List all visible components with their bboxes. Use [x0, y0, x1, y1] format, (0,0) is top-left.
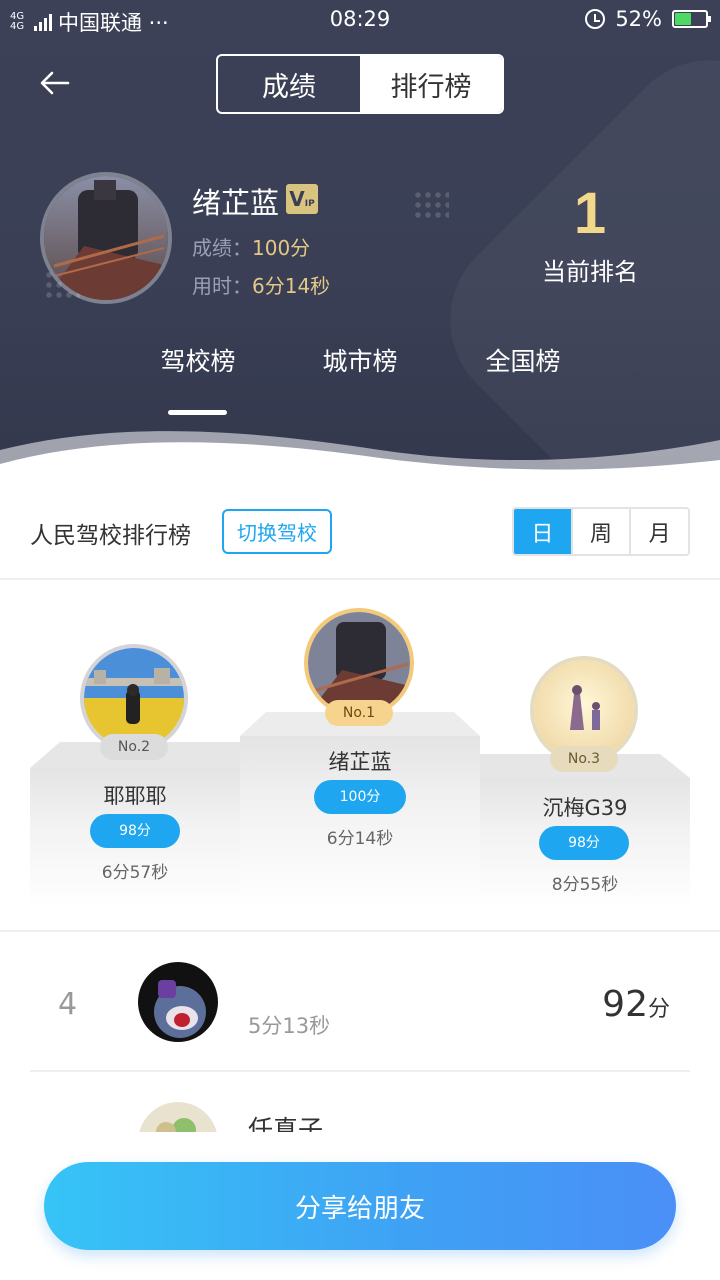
podium-score-2: 98分 [90, 814, 180, 848]
user-time: 6分14秒 [252, 274, 331, 298]
podium-time-1: 6分14秒 [326, 829, 394, 849]
list-rank: 4 [58, 987, 78, 1022]
current-rank-label: 当前排名 [542, 258, 638, 286]
vip-badge-icon: VIP [286, 184, 318, 214]
podium-time-2: 6分57秒 [101, 863, 169, 883]
tab-leaderboard[interactable]: 排行榜 [360, 56, 502, 112]
battery-percent: 52% [615, 7, 662, 31]
header-wave [0, 431, 720, 470]
avatar[interactable] [40, 172, 172, 304]
list-avatar[interactable] [138, 962, 218, 1042]
rank-badge-2: No.2 [100, 734, 168, 760]
back-arrow-icon[interactable] [38, 66, 72, 100]
user-score-line: 成绩：100分 [192, 236, 311, 260]
list-item[interactable]: 任真子 [30, 1074, 690, 1132]
period-week[interactable]: 周 [570, 509, 630, 554]
tab-national-board[interactable]: 全国榜 [463, 342, 583, 378]
user-time-line: 用时：6分14秒 [192, 274, 331, 298]
alarm-icon [585, 9, 606, 29]
list-score: 92分 [602, 984, 670, 1025]
period-month[interactable]: 月 [629, 509, 688, 554]
user-score: 100分 [252, 236, 311, 260]
list-name: 任真子 [248, 1115, 324, 1132]
podium: No.2 No.1 No.3 耶耶耶 98分 6分57秒 绪芷蓝 100分 6分… [0, 580, 720, 932]
tab-school-board[interactable]: 驾校榜 [138, 342, 258, 378]
tab-scores[interactable]: 成绩 [218, 56, 360, 112]
decoration-dots [413, 190, 449, 220]
list-avatar[interactable] [138, 1102, 218, 1132]
podium-name-2: 耶耶耶 [103, 784, 167, 808]
list-time: 5分13秒 [248, 1014, 331, 1038]
header: 4G 4G 中国联通 ··· 08:29 52% 成绩 排行榜 绪芷蓝 VIP … [0, 0, 720, 470]
tab-indicator [168, 410, 227, 415]
podium-score-3: 98分 [539, 826, 629, 860]
board-tabs: 驾校榜 城市榜 全国榜 [0, 342, 720, 382]
tab-city-board[interactable]: 城市榜 [300, 342, 420, 378]
rank-badge-1: No.1 [325, 700, 393, 726]
status-bar: 4G 4G 中国联通 ··· 08:29 52% [0, 0, 720, 40]
period-day[interactable]: 日 [514, 509, 571, 554]
battery-icon [672, 10, 711, 28]
rank-badge-3: No.3 [550, 746, 618, 772]
current-rank-value: 1 [573, 181, 607, 246]
switch-school-button[interactable]: 切换驾校 [222, 509, 332, 554]
podium-name-1: 绪芷蓝 [328, 750, 392, 774]
period-selector: 日 周 月 [512, 507, 690, 556]
list-item[interactable]: 4 5分13秒 92分 [30, 932, 690, 1072]
podium-time-3: 8分55秒 [551, 875, 619, 895]
podium-name-3: 沉梅G39 [542, 796, 628, 820]
board-title: 人民驾校排行榜 [30, 523, 191, 549]
user-name: 绪芷蓝 [192, 186, 280, 220]
board-header: 人民驾校排行榜 切换驾校 日 周 月 [0, 480, 720, 580]
share-button[interactable]: 分享给朋友 [44, 1162, 676, 1250]
top-segment-control: 成绩 排行榜 [216, 54, 504, 114]
podium-score-1: 100分 [314, 780, 406, 814]
